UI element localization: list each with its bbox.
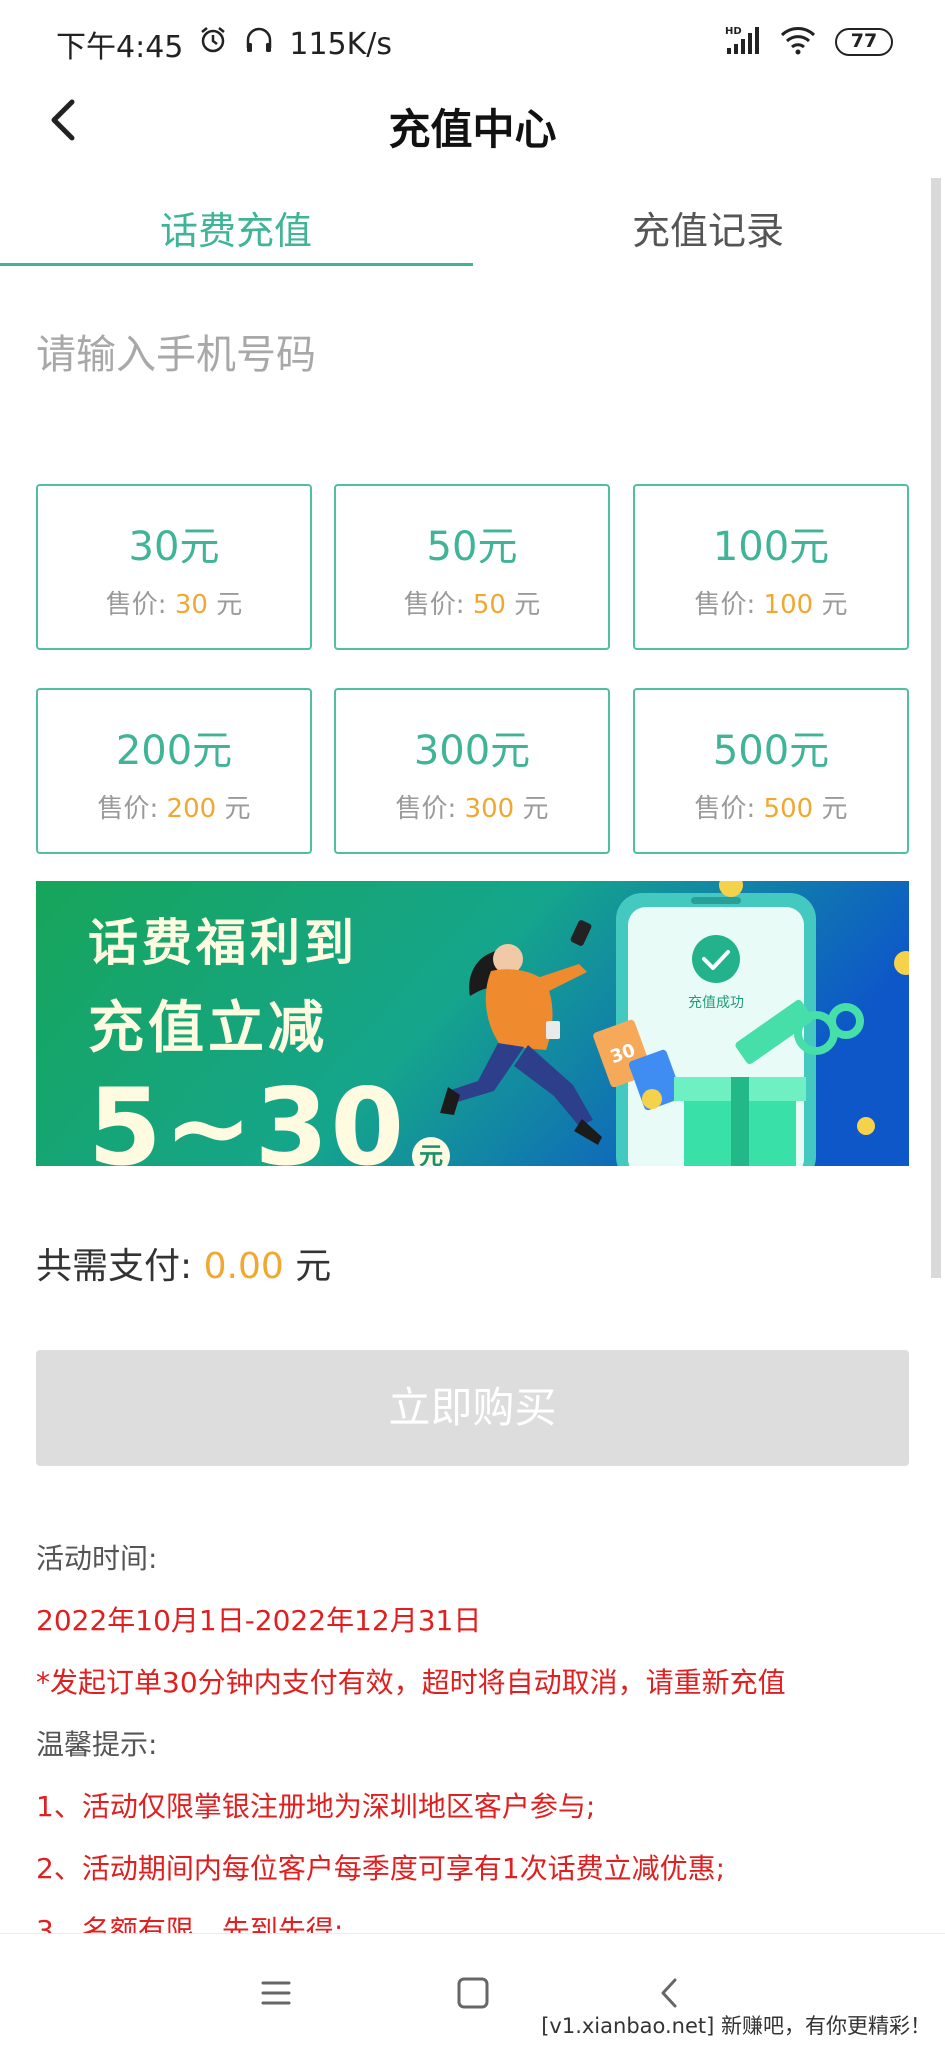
rule-line: *发起订单30分钟内支付有效，超时将自动取消，请重新充值 — [36, 1666, 786, 1699]
rule-line: 温馨提示: — [36, 1728, 158, 1761]
denomination-card-30[interactable]: 30元 售价: 30 元 — [36, 484, 312, 650]
denomination-card-200[interactable]: 200元 售价: 200 元 — [36, 688, 312, 854]
activity-rules: 活动时间: 2022年10月1日-2022年12月31日 *发起订单30分钟内支… — [36, 1538, 916, 1972]
phone-success-text: 充值成功 — [688, 995, 744, 1011]
card-price: 售价: 50 元 — [403, 590, 541, 620]
card-face-value: 30元 — [128, 524, 220, 570]
total-amount: 0.00 — [203, 1246, 284, 1287]
wifi-icon — [779, 24, 817, 60]
denomination-card-300[interactable]: 300元 售价: 300 元 — [334, 688, 610, 854]
card-face-value: 200元 — [115, 728, 233, 774]
denomination-card-500[interactable]: 500元 售价: 500 元 — [633, 688, 909, 854]
rule-line: 1、活动仅限掌银注册地为深圳地区客户参与; — [36, 1790, 596, 1823]
card-face-value: 50元 — [426, 524, 518, 570]
card-price: 售价: 500 元 — [694, 794, 848, 824]
svg-text:HD: HD — [725, 26, 742, 37]
card-face-value: 300元 — [413, 728, 531, 774]
card-price: 售价: 30 元 — [105, 590, 243, 620]
card-face-value: 500元 — [712, 728, 830, 774]
buy-now-button[interactable]: 立即购买 — [36, 1350, 909, 1466]
card-face-value: 100元 — [712, 524, 830, 570]
card-price: 售价: 300 元 — [395, 794, 549, 824]
battery-indicator: 77 — [835, 28, 893, 56]
rule-line: 活动时间: — [36, 1542, 158, 1575]
denomination-card-100[interactable]: 100元 售价: 100 元 — [633, 484, 909, 650]
banner-line-3: 5~30 元 — [88, 1066, 451, 1166]
home-square-icon — [457, 1977, 489, 2009]
total-label: 共需支付: — [36, 1246, 193, 1287]
signal-icon: HD — [725, 24, 761, 60]
banner-headline: 话费福利到 充值立减 5~30 元 — [88, 903, 451, 1166]
network-speed: 115K/s — [289, 26, 393, 62]
total-unit: 元 — [295, 1246, 332, 1287]
tab-records[interactable]: 充值记录 — [472, 200, 944, 255]
app-header: 充值中心 — [0, 80, 945, 168]
watermark: [v1.xianbao.net] 新赚吧，有你更精彩！ — [541, 2014, 931, 2038]
home-nav-button[interactable] — [450, 1970, 496, 2016]
banner-line-2: 充值立减 — [88, 996, 328, 1061]
status-bar: 下午4:45 115K/s HD 77 — [0, 0, 945, 80]
card-price: 售价: 200 元 — [97, 794, 251, 824]
tab-bar: 话费充值 充值记录 — [0, 180, 945, 268]
page-title: 充值中心 — [388, 105, 557, 154]
status-time: 下午4:45 — [56, 30, 184, 65]
denomination-card-50[interactable]: 50元 售价: 50 元 — [334, 484, 610, 650]
headphones-icon — [243, 24, 275, 64]
phone-number-input[interactable] — [36, 320, 906, 390]
total-payment: 共需支付: 0.00 元 — [36, 1237, 331, 1289]
banner-line-1: 话费福利到 — [88, 914, 358, 972]
promo-banner[interactable]: 话费福利到 充值立减 5~30 元 充值成功 30 — [36, 881, 909, 1166]
card-price: 售价: 100 元 — [694, 590, 848, 620]
alarm-icon — [197, 24, 229, 64]
menu-nav-button[interactable] — [253, 1970, 299, 2016]
active-tab-indicator — [0, 263, 473, 266]
banner-illustration: 充值成功 30 — [440, 881, 909, 1166]
status-right: HD 77 — [725, 24, 893, 60]
system-nav-bar: [v1.xianbao.net] 新赚吧，有你更精彩！ — [0, 1933, 945, 2048]
menu-icon — [261, 1981, 291, 2005]
scrollbar[interactable] — [931, 178, 941, 1278]
tab-topup[interactable]: 话费充值 — [0, 200, 472, 255]
rule-line: 2、活动期间内每位客户每季度可享有1次话费立减优惠; — [36, 1852, 726, 1885]
status-left: 下午4:45 115K/s — [56, 22, 392, 66]
rule-line: 2022年10月1日-2022年12月31日 — [36, 1604, 482, 1637]
